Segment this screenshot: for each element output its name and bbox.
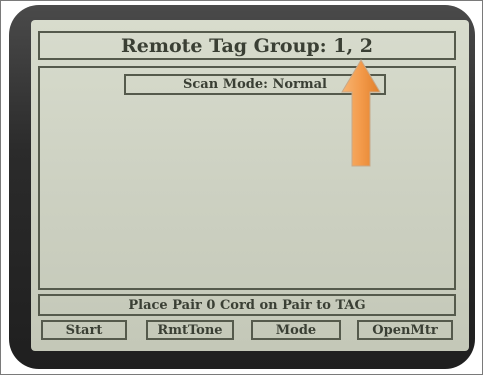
scan-mode-label: Scan Mode: Normal (183, 77, 327, 92)
mode-softkey[interactable]: Mode (251, 320, 341, 340)
openmtr-softkey-label: OpenMtr (372, 322, 438, 338)
lcd-screen: Remote Tag Group: 1, 2 Scan Mode: Normal… (31, 20, 469, 351)
up-arrow-icon (341, 59, 381, 167)
status-message-text: Place Pair 0 Cord on Pair to TAG (128, 297, 366, 313)
status-message: Place Pair 0 Cord on Pair to TAG (38, 294, 456, 316)
start-softkey[interactable]: Start (41, 320, 127, 340)
screen-title: Remote Tag Group: 1, 2 (38, 31, 456, 60)
mode-softkey-label: Mode (275, 322, 317, 338)
screen-title-text: Remote Tag Group: 1, 2 (121, 34, 373, 57)
rmttone-softkey-label: RmtTone (157, 322, 223, 338)
rmttone-softkey[interactable]: RmtTone (146, 320, 234, 340)
openmtr-softkey[interactable]: OpenMtr (357, 320, 453, 340)
start-softkey-label: Start (65, 322, 103, 338)
main-display-area: Scan Mode: Normal (38, 66, 456, 290)
